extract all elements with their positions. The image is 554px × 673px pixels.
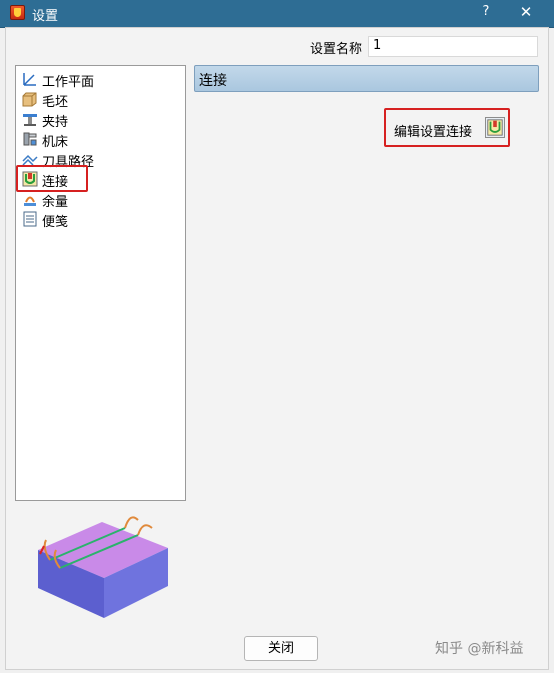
close-window-button[interactable]: ✕ — [517, 3, 535, 21]
tree-item-label: 余量 — [42, 195, 69, 210]
tree-item-machine[interactable]: 机床 — [20, 129, 180, 150]
setup-name-input[interactable]: 1 — [368, 36, 538, 57]
machine-icon — [23, 132, 37, 146]
panel-title: 连接 — [199, 73, 227, 89]
workplane-icon — [23, 73, 36, 86]
tree-item-block[interactable]: 毛坯 — [20, 89, 180, 110]
tree-item-fixture[interactable]: 夹持 — [20, 109, 180, 130]
selected-item-highlight — [16, 165, 88, 192]
setup-preview-image — [38, 516, 168, 618]
fixture-icon — [23, 114, 37, 126]
close-button[interactable]: 关闭 — [244, 636, 318, 661]
watermark: 知乎 @新科益 — [435, 641, 524, 657]
tree-item-label: 机床 — [42, 135, 69, 150]
tree-item-allowance[interactable]: 余量 — [20, 189, 180, 210]
title-bar: 设置 ? ✕ — [0, 0, 554, 28]
notes-icon — [23, 211, 37, 227]
help-button[interactable]: ? — [478, 4, 494, 19]
stock-allowance-icon — [24, 196, 36, 206]
edit-connection-label: 编辑设置连接 — [394, 125, 473, 140]
tree-item-label: 工作平面 — [42, 75, 95, 90]
block-icon — [22, 92, 37, 107]
setup-name-label: 设置名称 — [310, 42, 363, 57]
tree-item-notes[interactable]: 便笺 — [20, 209, 180, 230]
edit-connection-icon[interactable] — [485, 117, 505, 138]
edit-connection-highlight: 编辑设置连接 — [384, 108, 510, 147]
tree-item-workplane[interactable]: 工作平面 — [20, 69, 180, 90]
setup-tree: 工作平面 毛坯 夹持 机床 刀具路径 连接 余量 便笺 — [15, 65, 186, 501]
tree-item-label: 便笺 — [42, 215, 69, 230]
tree-item-label: 夹持 — [42, 115, 69, 130]
panel-header: 连接 — [194, 65, 539, 92]
window-title: 设置 — [32, 9, 59, 24]
tree-item-label: 毛坯 — [42, 95, 69, 110]
app-icon — [10, 5, 25, 20]
